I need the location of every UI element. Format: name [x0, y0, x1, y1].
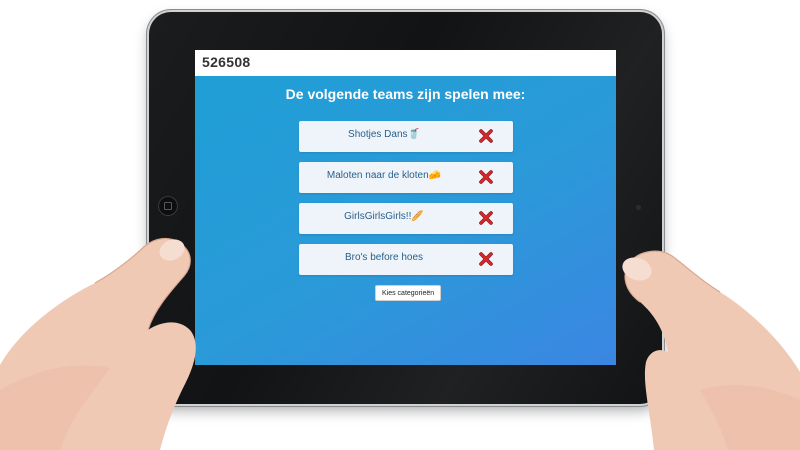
scene: 526508 De volgende teams zijn spelen mee…: [0, 0, 800, 450]
right-hand: [622, 250, 800, 450]
